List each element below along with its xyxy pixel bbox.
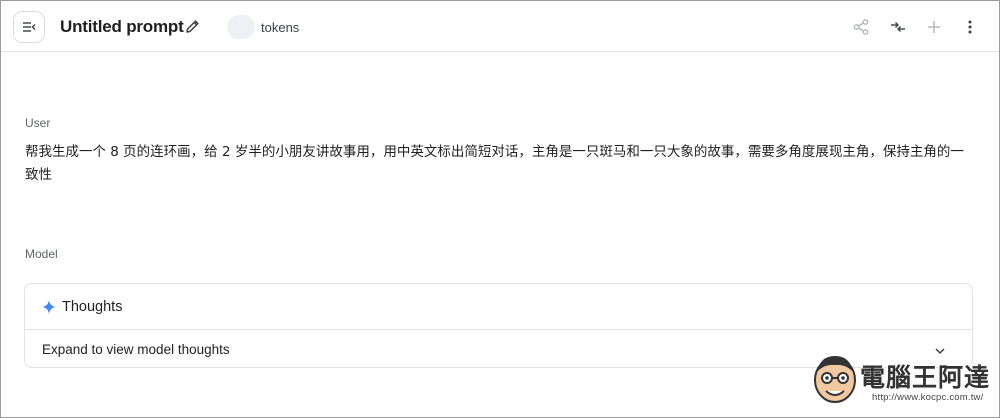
token-count-badge (227, 15, 255, 39)
more-options-button[interactable] (960, 17, 980, 37)
pencil-icon (186, 20, 199, 33)
prompt-title[interactable]: Untitled prompt (60, 17, 184, 37)
more-vert-icon (968, 20, 972, 34)
user-role-label: User (25, 116, 51, 130)
expand-thoughts-label: Expand to view model thoughts (42, 342, 230, 357)
top-bar: Untitled prompt tokens (1, 1, 999, 52)
thoughts-title: Thoughts (62, 299, 123, 315)
edit-title-button[interactable] (184, 18, 201, 35)
share-icon (853, 19, 869, 35)
user-message[interactable]: 帮我生成一个 8 页的连环画，给 2 岁半的小朋友讲故事用，用中英文标出简短对话… (25, 141, 975, 187)
add-button[interactable] (924, 17, 944, 37)
model-role-label: Model (25, 247, 58, 261)
menu-toggle-button[interactable] (13, 11, 45, 43)
watermark: 電腦王阿達 http://www.kocpc.com.tw/ (806, 348, 996, 414)
share-button[interactable] (851, 17, 871, 37)
mascot-logo-icon (814, 356, 856, 403)
sparkle-icon (42, 300, 56, 314)
compare-button[interactable] (888, 17, 908, 37)
collapse-menu-icon (23, 22, 36, 32)
watermark-url: http://www.kocpc.com.tw/ (872, 392, 984, 403)
thoughts-header: Thoughts (25, 284, 972, 330)
plus-icon (928, 21, 940, 33)
compare-arrows-icon (891, 22, 905, 32)
watermark-title: 電腦王阿達 (860, 363, 991, 392)
tokens-label: tokens (261, 20, 300, 35)
